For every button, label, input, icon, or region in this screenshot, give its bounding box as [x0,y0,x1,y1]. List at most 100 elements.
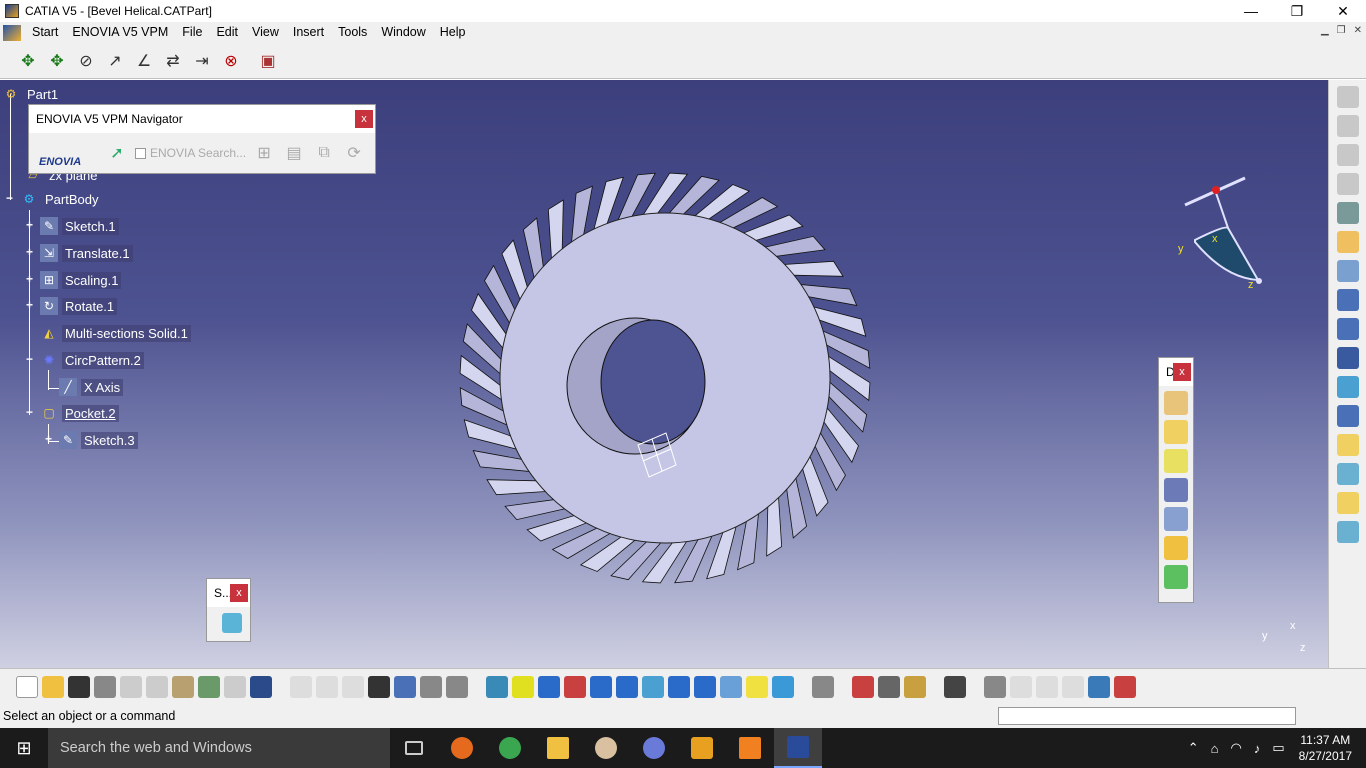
capture-camera-icon[interactable] [944,675,966,698]
tree-item-partbody[interactable]: ⚙ PartBody [20,188,101,210]
solid-combine-icon[interactable] [1336,463,1359,485]
snap-icon[interactable]: ⊘ [74,49,98,73]
expand-sketch3-icon[interactable]: + [44,433,53,445]
menu-view[interactable]: View [247,22,288,43]
doc-minimize-icon[interactable]: ▁ [1321,25,1329,36]
minimize-button[interactable]: — [1228,0,1274,22]
3d-viewport[interactable]: ⚙ Part1 ▱ zx plane − ⚙ PartBody + ✎ Sket… [0,80,1328,668]
command-input[interactable] [998,707,1296,725]
doc-restore-icon[interactable]: ❐ [1337,25,1346,36]
catalog-icon[interactable]: ▣ [256,49,280,73]
swap-visible-icon[interactable] [772,675,794,698]
catia-logo-icon[interactable] [3,24,21,41]
taskbar-clock[interactable]: 11:37 AM 8/27/2017 [1299,732,1352,764]
menu-enovia[interactable]: ENOVIA V5 VPM [67,22,177,43]
split-icon[interactable] [446,675,468,698]
whats-this-icon[interactable] [250,675,272,698]
lock-icon[interactable] [420,675,442,698]
tray-volume-icon[interactable]: ♪ [1254,741,1261,756]
clash-icon[interactable]: ⊗ [219,49,243,73]
tree-item-circpattern2[interactable]: ✺ CircPattern.2 [40,349,144,371]
collapse-circpattern2-icon[interactable]: − [25,353,34,365]
pocket-tool-icon[interactable] [1336,318,1359,340]
removed-multi-section-icon[interactable] [1336,521,1359,543]
taskbar-search[interactable]: Search the web and Windows [48,728,390,768]
shading-icon[interactable] [720,675,742,698]
tree-root-part1[interactable]: ⚙ Part1 [2,83,61,105]
bevel-helical-gear-model[interactable] [455,168,875,588]
floating-toolbar-d-close[interactable]: x [1173,363,1191,381]
doc-close-icon[interactable]: ✕ [1354,25,1362,36]
catia-taskbar-icon[interactable] [774,728,822,768]
reference-icon[interactable] [1336,115,1359,137]
apply-material-icon[interactable] [1336,173,1359,195]
comment-icon[interactable] [316,675,338,698]
menu-file[interactable]: File [177,22,211,43]
enovia-refresh-icon[interactable]: ⟳ [342,141,366,165]
draft-icon[interactable] [1164,449,1188,473]
measure-icon[interactable] [852,675,874,698]
menu-tools[interactable]: Tools [333,22,376,43]
file-explorer-icon[interactable] [534,728,582,768]
rib-icon[interactable] [1336,405,1359,427]
firefox-icon[interactable] [438,728,486,768]
expand-scaling1-icon[interactable]: + [25,273,34,285]
tree-item-translate1[interactable]: ⇲ Translate.1 [40,242,133,264]
render-icon[interactable] [984,675,1006,698]
enovia-search-checkbox[interactable] [135,147,146,159]
constraint-icon[interactable] [1336,144,1359,166]
angle-icon[interactable]: ∠ [132,49,156,73]
offset-icon[interactable]: ⇥ [190,49,214,73]
menu-help[interactable]: Help [435,22,475,43]
menu-insert[interactable]: Insert [288,22,333,43]
compass-widget[interactable]: y x z [1170,170,1270,290]
table-icon[interactable] [368,675,390,698]
measure-item-icon[interactable] [878,675,900,698]
chrome-icon[interactable] [486,728,534,768]
collapse-partbody-icon[interactable]: − [5,192,14,204]
open-icon[interactable] [42,675,64,698]
multi-section-tool-icon[interactable] [1336,492,1359,514]
vlc-icon[interactable] [726,728,774,768]
normal-view-icon[interactable] [642,675,664,698]
enovia-close-button[interactable]: x [355,110,373,128]
paint-icon[interactable] [582,728,630,768]
isometric-view-icon[interactable] [694,675,716,698]
tray-notification-icon[interactable]: ▭ [1272,740,1284,756]
formula-icon[interactable] [290,675,312,698]
fly-mode-icon[interactable] [486,675,508,698]
video-app-icon[interactable] [678,728,726,768]
hide-show-icon[interactable] [746,675,768,698]
hand-icon[interactable] [1010,675,1032,698]
thickness-icon[interactable] [1164,507,1188,531]
zoom-in-icon[interactable] [590,675,612,698]
analysis-icon[interactable] [1114,675,1136,698]
maximize-button[interactable]: ❐ [1274,0,1320,22]
dress-up-fillet-icon[interactable] [1164,391,1188,415]
redo-icon[interactable] [224,675,246,698]
save-icon[interactable] [68,675,90,698]
print-icon[interactable] [94,675,116,698]
catalog-browser-icon[interactable] [812,675,834,698]
align-icon[interactable]: ⇄ [161,49,185,73]
thread-icon[interactable] [1164,536,1188,560]
shell-icon[interactable] [1164,478,1188,502]
tolerance-icon[interactable] [1088,675,1110,698]
settings-gear-icon[interactable] [1336,202,1359,224]
sketcher-icon[interactable] [1336,260,1359,282]
remove-face-icon[interactable] [1164,565,1188,589]
surface-icon[interactable] [222,613,242,633]
tray-wifi-icon[interactable]: ◠ [1230,740,1241,756]
paste-icon[interactable] [172,675,194,698]
tray-network-icon[interactable]: ⌂ [1211,741,1219,756]
cut-icon[interactable] [120,675,142,698]
tree-item-multi-sections-solid1[interactable]: ◭ Multi-sections Solid.1 [40,322,191,344]
menu-edit[interactable]: Edit [211,22,247,43]
multi-view-icon[interactable] [668,675,690,698]
floating-toolbar-s-close[interactable]: x [230,584,248,602]
select-arrow-icon[interactable] [1336,231,1359,253]
part-design-sketch-icon[interactable] [1336,86,1359,108]
law-icon[interactable] [342,675,364,698]
media-app-icon[interactable] [630,728,678,768]
collapse-pocket2-icon[interactable]: − [25,406,34,418]
